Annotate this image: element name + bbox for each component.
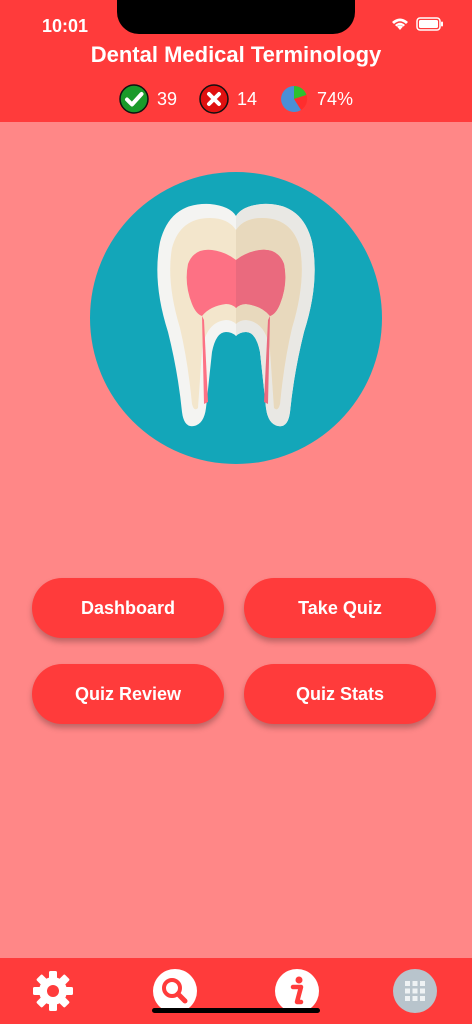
wifi-icon (392, 18, 408, 30)
stats-row: 39 14 74% (0, 84, 472, 114)
tooth-icon (157, 203, 315, 427)
device-notch (117, 0, 355, 34)
gear-icon (33, 971, 73, 1011)
status-time: 10:01 (42, 16, 89, 36)
pie-chart-icon (281, 85, 308, 112)
check-icon (119, 84, 149, 114)
correct-count: 39 (156, 88, 177, 109)
score-stat: 74% (279, 84, 353, 114)
home-indicator[interactable] (152, 1008, 320, 1013)
cross-icon (199, 84, 229, 114)
app-title: Dental Medical Terminology (90, 42, 382, 67)
settings-tab[interactable] (30, 968, 76, 1014)
status-icons (390, 16, 444, 32)
battery-icon (416, 17, 443, 31)
incorrect-count: 14 (236, 88, 258, 109)
quiz-stats-button[interactable]: Quiz Stats (244, 664, 436, 724)
bottom-tab-bar (0, 958, 472, 1024)
incorrect-stat: 14 (199, 84, 257, 114)
dashboard-button[interactable]: Dashboard (32, 578, 224, 638)
take-quiz-button[interactable]: Take Quiz (244, 578, 436, 638)
quiz-review-button[interactable]: Quiz Review (32, 664, 224, 724)
header-bar: 10:01 Dental Medical Terminology 39 14 7… (0, 0, 472, 122)
apps-tab[interactable] (392, 968, 438, 1014)
tooth-illustration (90, 172, 382, 464)
correct-stat: 39 (119, 84, 177, 114)
grid-icon (393, 969, 437, 1013)
score-percent: 74% (317, 88, 354, 109)
